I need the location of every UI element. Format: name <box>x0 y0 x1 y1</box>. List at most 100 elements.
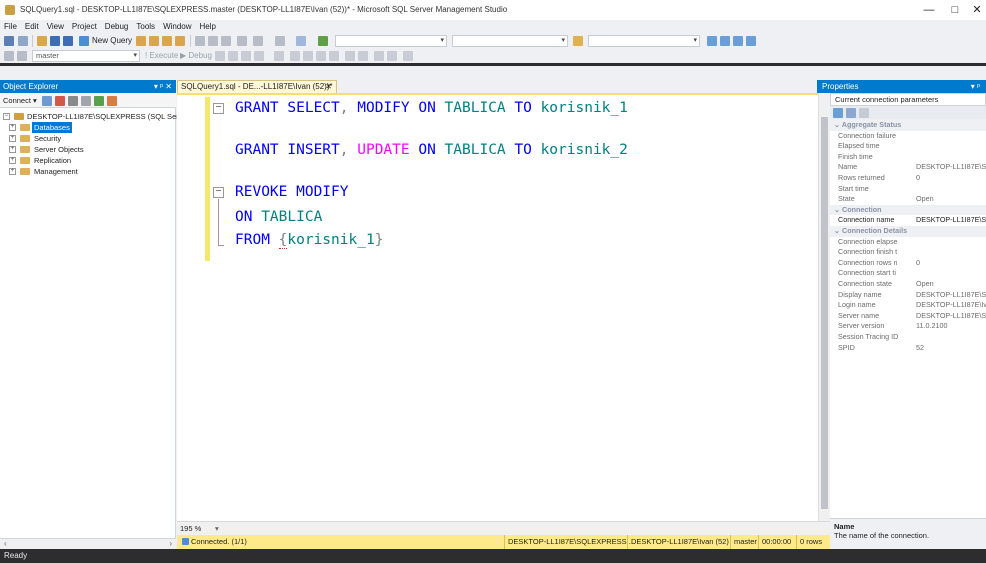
editor-vertical-scrollbar[interactable] <box>818 93 830 521</box>
menu-window[interactable]: Window <box>159 20 195 33</box>
property-row[interactable]: Server version 11.0.2100 <box>830 321 986 332</box>
uncomment-icon[interactable] <box>358 51 368 61</box>
properties-header[interactable]: Properties ▾ ᵖ <box>817 80 986 93</box>
code-line[interactable]: REVOKE MODIFY <box>235 183 349 201</box>
comment-icon[interactable] <box>345 51 355 61</box>
property-row[interactable]: Server name DESKTOP-LL1I87E\SC <box>830 311 986 322</box>
expand-icon[interactable]: + <box>9 157 16 164</box>
menu-debug[interactable]: Debug <box>101 20 133 33</box>
tree-node-server[interactable]: − DESKTOP-LL1I87E\SQLEXPRESS (SQL Ser <box>3 111 179 122</box>
property-category[interactable]: ⌄ Connection Details <box>830 226 986 237</box>
menu-view[interactable]: View <box>43 20 68 33</box>
object-explorer-header[interactable]: Object Explorer ▾ ᵖ ✕ <box>0 80 176 93</box>
zoom-dropdown-icon[interactable]: ▾ <box>215 522 219 535</box>
categorized-icon[interactable] <box>833 108 843 118</box>
object-explorer-window-controls[interactable]: ▾ ᵖ ✕ <box>154 80 172 93</box>
expand-icon[interactable]: + <box>9 146 16 153</box>
xmla-query-icon[interactable] <box>175 36 185 46</box>
expand-icon[interactable]: + <box>9 168 16 175</box>
tree-node-databases[interactable]: + Databases <box>9 122 109 133</box>
forward-icon[interactable] <box>18 36 28 46</box>
open-file-icon[interactable] <box>37 36 47 46</box>
property-row[interactable]: Connection start ti <box>830 268 986 279</box>
menu-help[interactable]: Help <box>196 20 220 33</box>
increase-indent-icon[interactable] <box>387 51 397 61</box>
property-category[interactable]: ⌄ Connection <box>830 204 986 216</box>
property-row[interactable]: Display name DESKTOP-LL1I87E\SC <box>830 290 986 301</box>
object-explorer-icon[interactable] <box>720 36 730 46</box>
activity-monitor-icon[interactable] <box>107 96 117 106</box>
save-all-icon[interactable] <box>63 36 73 46</box>
find-in-files-icon[interactable] <box>573 36 583 46</box>
property-row[interactable]: Session Tracing ID <box>830 332 986 343</box>
stop-icon[interactable] <box>68 96 78 106</box>
tree-node-replication[interactable]: + Replication <box>9 155 109 166</box>
parse-icon[interactable] <box>228 51 238 61</box>
specify-template-values-icon[interactable] <box>403 51 413 61</box>
property-row[interactable]: Connection finish t <box>830 247 986 258</box>
undo-icon[interactable] <box>237 36 247 46</box>
decrease-indent-icon[interactable] <box>374 51 384 61</box>
find-select[interactable] <box>588 35 700 47</box>
property-row[interactable]: Connection elapse <box>830 237 986 248</box>
refresh-icon[interactable] <box>94 96 104 106</box>
back-icon[interactable] <box>4 36 14 46</box>
connect-dropdown[interactable]: Connect ▾ <box>3 96 37 106</box>
scroll-thumb[interactable] <box>821 117 828 509</box>
object-explorer-horizontal-scrollbar[interactable]: ‹ › <box>0 538 176 549</box>
tree-node-security[interactable]: + Security <box>9 133 109 144</box>
solution-configuration-select[interactable] <box>335 35 447 47</box>
redo-icon[interactable] <box>253 36 263 46</box>
expand-icon[interactable]: + <box>9 124 16 131</box>
connect-icon[interactable] <box>4 51 14 61</box>
solution-explorer-icon[interactable] <box>296 36 306 46</box>
collapse-region-icon[interactable]: − <box>213 187 224 198</box>
property-row[interactable]: Connection failure <box>830 131 986 142</box>
display-estimated-plan-icon[interactable] <box>241 51 251 61</box>
tree-node-server-objects[interactable]: + Server Objects <box>9 144 109 155</box>
window-layout-icon[interactable] <box>746 36 756 46</box>
properties-window-controls[interactable]: ▾ ᵖ <box>971 80 980 93</box>
property-row[interactable]: Connection state Open <box>830 279 986 290</box>
navigate-backward-icon[interactable] <box>275 36 285 46</box>
zoom-level[interactable]: 195 % <box>180 524 201 533</box>
collapse-icon[interactable]: − <box>3 113 10 120</box>
menu-file[interactable]: File <box>0 20 21 33</box>
property-row[interactable]: Name DESKTOP-LL1I87E\SC <box>830 162 986 173</box>
code-line[interactable]: ON TABLICA <box>235 208 322 226</box>
database-engine-query-icon[interactable] <box>136 36 146 46</box>
property-row[interactable]: Connection name DESKTOP-LL1I87E\SC <box>830 215 986 226</box>
cut-icon[interactable] <box>195 36 205 46</box>
close-tab-icon[interactable]: ✕ <box>325 81 332 93</box>
execute-button[interactable]: ! Execute <box>145 51 178 61</box>
property-category[interactable]: ⌄ Aggregate Status <box>830 120 986 131</box>
expand-icon[interactable]: + <box>9 135 16 142</box>
properties-object-select[interactable]: Current connection parameters <box>830 93 986 106</box>
available-databases-select[interactable]: master <box>32 50 140 62</box>
property-row[interactable]: Rows returned 0 <box>830 173 986 184</box>
property-pages-icon[interactable] <box>859 108 869 118</box>
mdx-query-icon[interactable] <box>162 36 172 46</box>
menu-tools[interactable]: Tools <box>132 20 159 33</box>
toolbox-icon[interactable] <box>733 36 743 46</box>
include-plan-icon[interactable] <box>290 51 300 61</box>
filter-icon[interactable] <box>81 96 91 106</box>
menu-edit[interactable]: Edit <box>21 20 43 33</box>
properties-window-icon[interactable] <box>707 36 717 46</box>
connect-icon[interactable] <box>42 96 52 106</box>
change-connection-icon[interactable] <box>17 51 27 61</box>
cancel-query-icon[interactable] <box>215 51 225 61</box>
scroll-right-icon[interactable]: › <box>169 539 172 548</box>
property-row[interactable]: Start time <box>830 184 986 195</box>
code-line[interactable]: GRANT SELECT, MODIFY ON TABLICA TO koris… <box>235 99 628 117</box>
menu-project[interactable]: Project <box>68 20 101 33</box>
property-row[interactable]: State Open <box>830 194 986 205</box>
scroll-left-icon[interactable]: ‹ <box>4 539 7 548</box>
tab-sqlquery1[interactable]: SQLQuery1.sql - DE...-LL1I87E\Ivan (52))… <box>177 80 337 93</box>
property-row[interactable]: Finish time <box>830 152 986 163</box>
alphabetical-icon[interactable] <box>846 108 856 118</box>
property-row[interactable]: Login name DESKTOP-LL1I87E\Iva <box>830 300 986 311</box>
tree-node-management[interactable]: + Management <box>9 166 109 177</box>
code-line[interactable]: FROM {korisnik_1} <box>235 231 383 249</box>
intellisense-icon[interactable] <box>274 51 284 61</box>
